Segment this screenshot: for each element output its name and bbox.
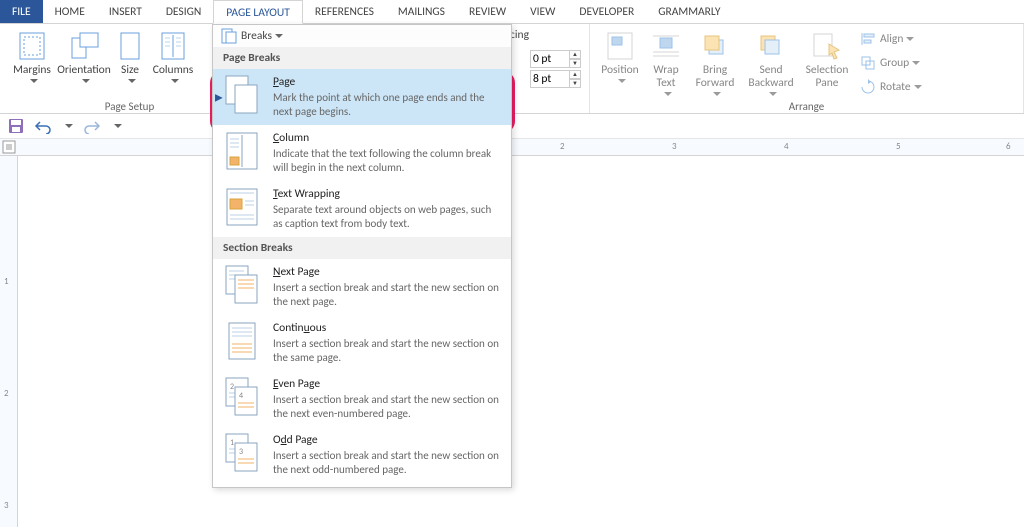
ribbon: Margins Orientation Size Columns Page Se…	[0, 24, 1024, 114]
break-column-item[interactable]: Column Indicate that the text following …	[213, 125, 511, 181]
selection-pane-button[interactable]: Selection Pane	[800, 26, 854, 98]
spacing-after-up[interactable]: ▲	[569, 70, 581, 79]
tab-insert[interactable]: INSERT	[97, 0, 154, 23]
column-break-icon	[225, 131, 259, 171]
group-button[interactable]: Group	[854, 52, 928, 74]
quick-access-toolbar	[0, 114, 1024, 138]
align-icon	[860, 31, 876, 47]
dropdown-section-section-breaks: Section Breaks	[213, 237, 511, 259]
break-even-page-item[interactable]: 24 Even Page Insert a section break and …	[213, 371, 511, 427]
tab-mailings[interactable]: MAILINGS	[386, 0, 457, 23]
orientation-button[interactable]: Orientation	[58, 26, 110, 98]
position-button[interactable]: Position	[596, 26, 644, 98]
tab-page-layout[interactable]: PAGE LAYOUT	[213, 0, 303, 24]
tab-bar: FILE HOME INSERT DESIGN PAGE LAYOUT REFE…	[0, 0, 1024, 24]
breaks-icon	[221, 28, 237, 44]
margins-button[interactable]: Margins	[6, 26, 58, 98]
size-button[interactable]: Size	[110, 26, 150, 98]
spacing-after-input[interactable]	[530, 70, 570, 88]
break-page-item[interactable]: ▶ Page Mark the point at which one page …	[213, 69, 511, 125]
svg-text:4: 4	[239, 391, 243, 401]
send-backward-icon	[755, 30, 787, 62]
spacing-before-down[interactable]: ▼	[569, 59, 581, 68]
tab-developer[interactable]: DEVELOPER	[567, 0, 646, 23]
odd-page-section-icon: 13	[225, 433, 259, 473]
break-text-wrapping-item[interactable]: Text Wrapping Separate text around objec…	[213, 181, 511, 237]
next-page-section-icon	[225, 265, 259, 305]
save-icon[interactable]	[8, 118, 24, 134]
tab-grammarly[interactable]: GRAMMARLY	[646, 0, 732, 23]
group-arrange: Position Wrap Text Bring Forward Send Ba…	[590, 24, 1024, 113]
undo-icon[interactable]	[34, 118, 52, 134]
tab-file[interactable]: FILE	[0, 0, 43, 23]
continuous-section-icon	[225, 321, 259, 361]
text-wrapping-break-icon	[225, 187, 259, 227]
vertical-ruler[interactable]: 1 2 3	[0, 156, 18, 527]
spacing-before-up[interactable]: ▲	[569, 50, 581, 59]
spacing-after-down[interactable]: ▼	[569, 79, 581, 88]
tab-design[interactable]: DESIGN	[154, 0, 213, 23]
bring-forward-icon	[699, 30, 731, 62]
breaks-dropdown: Breaks Page Breaks ▶ Page Mark the point…	[212, 24, 512, 488]
bring-forward-button[interactable]: Bring Forward	[688, 26, 742, 98]
qat-customize-icon[interactable]	[114, 124, 122, 132]
tab-home[interactable]: HOME	[43, 0, 97, 23]
rotate-icon	[860, 79, 876, 95]
rotate-button[interactable]: Rotate	[854, 76, 928, 98]
svg-text:1: 1	[230, 438, 234, 448]
orientation-icon	[68, 30, 100, 62]
wrap-text-icon	[650, 30, 682, 62]
svg-text:2: 2	[230, 382, 234, 392]
tab-review[interactable]: REVIEW	[457, 0, 518, 23]
page-break-icon	[225, 75, 259, 115]
group-icon	[860, 55, 876, 71]
columns-button[interactable]: Columns	[150, 26, 196, 98]
tab-view[interactable]: VIEW	[518, 0, 567, 23]
columns-icon	[157, 30, 189, 62]
group-label-arrange: Arrange	[590, 100, 1023, 113]
dropdown-section-page-breaks: Page Breaks	[213, 47, 511, 69]
redo-icon[interactable]	[83, 118, 101, 134]
break-continuous-item[interactable]: Continuous Insert a section break and st…	[213, 315, 511, 371]
horizontal-ruler[interactable]: 2 3 4 5 6	[0, 138, 1024, 156]
breaks-anchor-button[interactable]: Breaks	[213, 25, 511, 47]
break-next-page-item[interactable]: Next Page Insert a section break and sta…	[213, 259, 511, 315]
spacing-before-input[interactable]	[530, 50, 570, 68]
even-page-section-icon: 24	[225, 377, 259, 417]
wrap-text-button[interactable]: Wrap Text	[644, 26, 688, 98]
align-button[interactable]: Align	[854, 28, 928, 50]
position-icon	[604, 30, 636, 62]
undo-more-icon[interactable]	[65, 124, 73, 132]
ruler-corner-icon[interactable]	[2, 140, 16, 154]
margins-icon	[16, 30, 48, 62]
send-backward-button[interactable]: Send Backward	[742, 26, 800, 98]
svg-text:3: 3	[239, 447, 243, 457]
selection-pane-icon	[811, 30, 843, 62]
selected-caret-icon: ▶	[215, 91, 223, 104]
break-odd-page-item[interactable]: 13 Odd Page Insert a section break and s…	[213, 427, 511, 483]
size-icon	[114, 30, 146, 62]
tab-references[interactable]: REFERENCES	[303, 0, 386, 23]
